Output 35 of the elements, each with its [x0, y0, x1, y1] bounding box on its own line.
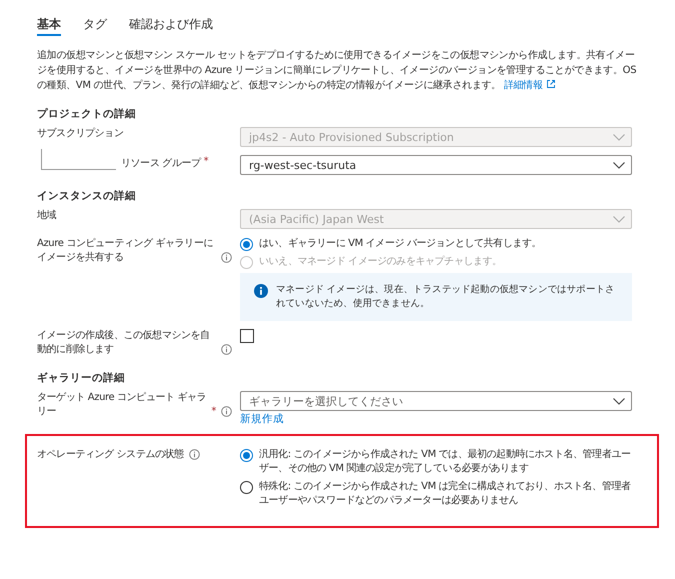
chevron-down-icon — [613, 162, 625, 168]
field-label: ターゲット Azure コンピュート ギャラリー — [37, 391, 208, 419]
create-new-link[interactable]: 新規作成 — [240, 412, 284, 426]
field-label: リソース グループ — [121, 157, 201, 171]
chevron-down-icon — [613, 216, 625, 222]
option-label: 特殊化: このイメージから作成された VM は完全に構成されており、ホスト名、管理者ユーザーやパスワードなどのパラメーターは必要ありません — [259, 480, 632, 508]
checkbox[interactable] — [240, 329, 254, 343]
option-label: はい、ギャラリーに VM イメージ バージョンとして共有します。 — [259, 237, 542, 251]
description-text: 追加の仮想マシンと仮想マシン スケール セットをデプロイするために使用できるイメージをこの仮想マシンから作成します。共有イメージを使用すると、イメージを世界中の Azure リージョンに簡単にレプリケートし、イメージのバージョンを管理することができます。OS の種類、VM の世代、プラン、発行の詳細など、仮想マシンからの特定の情報がイメージに継承されます。 詳細情報 — [37, 48, 637, 93]
tab[interactable]: 基本 — [37, 12, 61, 36]
section-heading: インスタンスの詳細 — [37, 189, 137, 203]
tab[interactable]: 確認および作成 — [129, 12, 213, 36]
chevron-down-icon — [613, 398, 625, 404]
field-label: オペレーティング システムの状態 — [37, 448, 184, 462]
radio-button[interactable] — [240, 449, 253, 462]
section-heading: ギャラリーの詳細 — [37, 371, 126, 385]
external-link-icon — [546, 79, 556, 89]
learn-more-link[interactable]: 詳細情報 — [504, 80, 556, 91]
dropdown[interactable]: rg-west-sec-tsuruta — [240, 155, 632, 175]
field-label: イメージの作成後、この仮想マシンを自動的に削除します — [37, 329, 211, 357]
section-heading: プロジェクトの詳細 — [37, 107, 137, 121]
option-label: いいえ、マネージド イメージのみをキャプチャします。 — [259, 255, 502, 269]
radio-button[interactable] — [240, 238, 253, 251]
required-mark: * — [211, 405, 216, 419]
tab[interactable]: タグ — [83, 12, 107, 36]
field-label: 地域 — [37, 209, 56, 223]
option-label: 汎用化: このイメージから作成された VM では、最初の起動時にホスト名、管理者ユーザー、その他の VM 関連の設定が完了している必要があります — [259, 448, 632, 476]
chevron-down-icon — [613, 134, 625, 140]
field-label: Azure コンピューティング ギャラリーにイメージを共有する — [37, 237, 214, 265]
field-label: サブスクリプション — [37, 127, 124, 141]
dropdown[interactable]: ギャラリーを選択してください — [240, 391, 632, 411]
info-icon — [254, 284, 268, 298]
radio-button[interactable] — [240, 481, 253, 494]
banner-text: マネージド イメージは、現在、トラステッド起動の仮想マシンではサポートされていないため、使用できません。 — [276, 283, 616, 311]
required-mark: * — [204, 155, 208, 169]
